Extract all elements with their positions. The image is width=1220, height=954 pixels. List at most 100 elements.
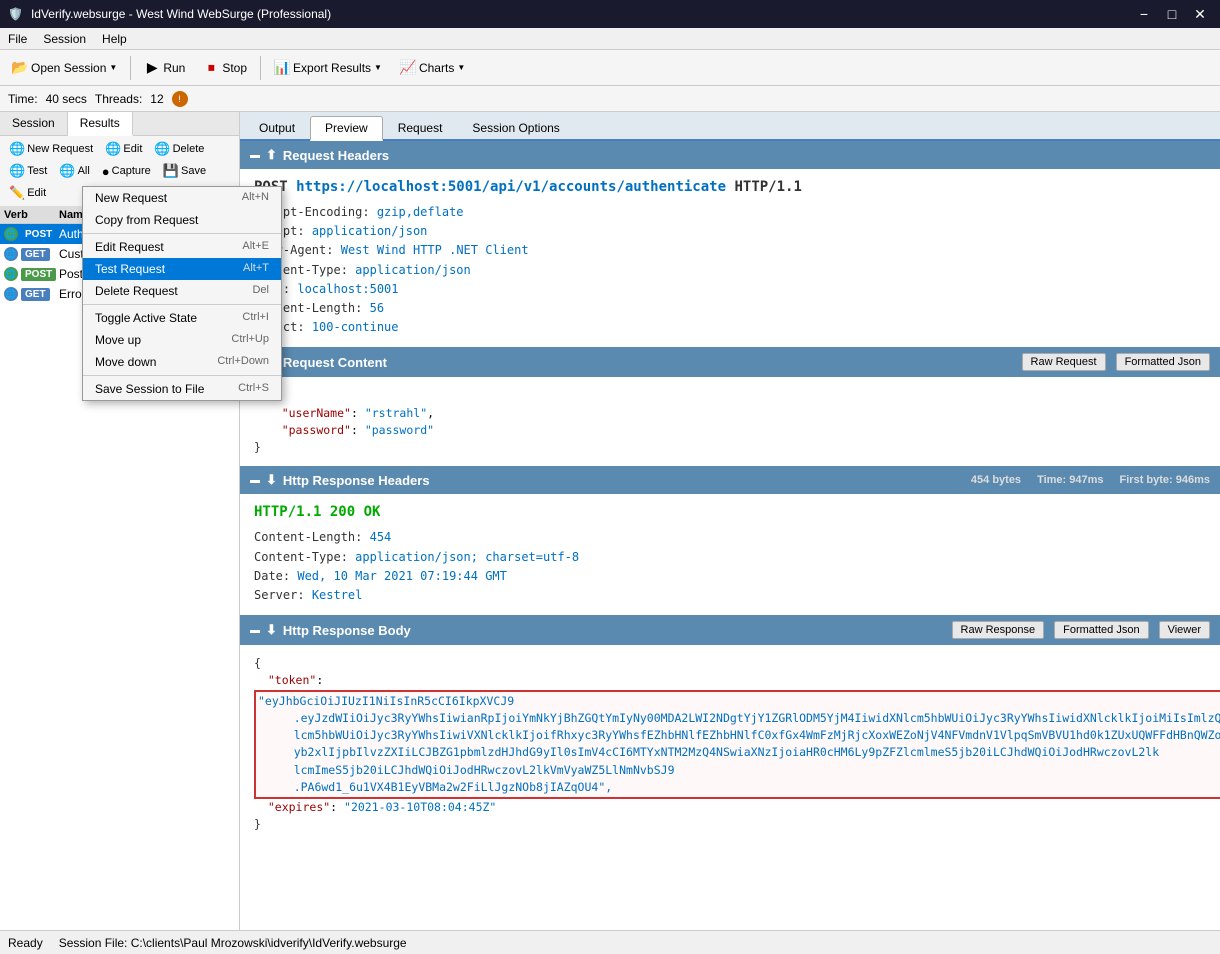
upload-icon-rh: ⬆ — [266, 147, 277, 163]
export-results-button[interactable]: 📊 Export Results ▼ — [266, 54, 390, 82]
cm-toggle-active[interactable]: Toggle Active State Ctrl+I — [83, 307, 281, 329]
main-toolbar: 📂 Open Session ▼ ▶ Run ⏹ Stop 📊 Export R… — [0, 50, 1220, 86]
minimize-button[interactable]: − — [1132, 4, 1156, 24]
response-headers-header[interactable]: ▬ ⬇ Http Response Headers 454 bytes Time… — [240, 466, 1220, 494]
time-stat: Time: 947ms — [1037, 474, 1103, 486]
status-icon: ! — [172, 91, 188, 107]
run-button[interactable]: ▶ Run — [136, 54, 193, 82]
charts-button[interactable]: 📈 Charts ▼ — [392, 54, 473, 82]
tab-results[interactable]: Results — [68, 112, 133, 136]
left-edit-icon: 🌐 — [105, 141, 121, 157]
cm-copy-from-request[interactable]: Copy from Request — [83, 209, 281, 231]
verb-badge-2: POST — [21, 268, 56, 281]
edit2-button[interactable]: ✏️ Edit — [4, 183, 51, 203]
collapse-icon-rh: ▬ — [250, 150, 260, 161]
tab-session-options[interactable]: Session Options — [457, 116, 574, 139]
run-icon: ▶ — [144, 60, 160, 76]
charts-icon: 📈 — [400, 60, 416, 76]
cm-save-session[interactable]: Save Session to File Ctrl+S — [83, 378, 281, 400]
tab-request[interactable]: Request — [383, 116, 458, 139]
verb-badge-1: GET — [21, 248, 50, 261]
row-icon-3: 🌐 — [4, 287, 18, 301]
capture-icon: ● — [102, 164, 110, 179]
response-json: { "token": "eyJhbGciOiJIUzI1NiIsInR5cCI6… — [254, 655, 1206, 834]
cm-delete-shortcut: Del — [252, 284, 269, 298]
cm-delete-request-label: Delete Request — [95, 284, 178, 298]
left-tab-strip: Session Results — [0, 112, 239, 136]
expires-value: "2021-03-10T08:04:45Z" — [344, 800, 496, 814]
cm-divider-3 — [83, 375, 281, 376]
new-request-button[interactable]: 🌐 New Request — [4, 139, 98, 159]
time-label: Time: — [8, 92, 38, 106]
first-byte-stat: First byte: 946ms — [1120, 474, 1210, 486]
window-title: IdVerify.websurge - West Wind WebSurge (… — [31, 7, 1132, 21]
delete-button[interactable]: 🌐 Delete — [149, 139, 209, 159]
stop-label: Stop — [222, 61, 247, 75]
menu-file[interactable]: File — [0, 28, 35, 49]
title-bar: 🛡️ IdVerify.websurge - West Wind WebSurg… — [0, 0, 1220, 28]
cm-new-request-shortcut: Alt+N — [242, 191, 269, 205]
header-content-type: Content-Type: application/json — [254, 261, 1206, 280]
raw-request-button[interactable]: Raw Request — [1022, 353, 1106, 371]
request-headers-header[interactable]: ▬ ⬆ Request Headers — [240, 141, 1220, 169]
request-json: { "userName": "rstrahl", "password": "pa… — [254, 387, 1206, 456]
cm-save-session-label: Save Session to File — [95, 382, 204, 396]
http-url: https://localhost:5001/api/v1/accounts/a… — [296, 179, 726, 195]
request-content-title: Request Content — [283, 355, 387, 370]
verb-badge-0: POST — [21, 228, 56, 241]
open-session-icon: 📂 — [12, 60, 28, 76]
left-edit-button[interactable]: 🌐 Edit — [100, 139, 147, 159]
all-button[interactable]: 🌐 All — [54, 161, 94, 181]
cm-test-request[interactable]: Test Request Alt+T — [83, 258, 281, 280]
cm-test-request-label: Test Request — [95, 262, 165, 276]
cm-move-up[interactable]: Move up Ctrl+Up — [83, 329, 281, 351]
cm-move-down[interactable]: Move down Ctrl+Down — [83, 351, 281, 373]
content-area: ▬ ⬆ Request Headers POST https://localho… — [240, 141, 1220, 930]
open-session-button[interactable]: 📂 Open Session ▼ — [4, 54, 125, 82]
run-label: Run — [163, 61, 185, 75]
save-button[interactable]: 💾 Save — [158, 161, 211, 181]
raw-response-button[interactable]: Raw Response — [952, 621, 1045, 639]
response-body-header[interactable]: ▬ ⬇ Http Response Body Raw Response Form… — [240, 615, 1220, 645]
response-status: HTTP/1.1 200 OK — [254, 504, 1206, 520]
cm-edit-request[interactable]: Edit Request Alt+E — [83, 236, 281, 258]
test-button[interactable]: 🌐 Test — [4, 161, 52, 181]
row-icon-2: 🌐 — [4, 267, 18, 281]
cm-divider-2 — [83, 304, 281, 305]
http-version: HTTP/1.1 — [734, 179, 801, 195]
formatted-json-request-button[interactable]: Formatted Json — [1116, 353, 1210, 371]
header-content-length: Content-Length: 56 — [254, 299, 1206, 318]
cm-move-up-shortcut: Ctrl+Up — [231, 333, 269, 347]
menu-session[interactable]: Session — [35, 28, 94, 49]
download-icon-rsh: ⬇ — [266, 472, 277, 488]
maximize-button[interactable]: □ — [1160, 4, 1184, 24]
cm-save-session-shortcut: Ctrl+S — [238, 382, 269, 396]
resp-header-content-type: Content-Type: application/json; charset=… — [254, 548, 1206, 567]
stats-bar: 454 bytes Time: 947ms First byte: 946ms — [971, 474, 1210, 486]
close-button[interactable]: ✕ — [1188, 4, 1212, 24]
stop-icon: ⏹ — [203, 60, 219, 76]
tab-preview[interactable]: Preview — [310, 116, 383, 141]
cm-delete-request[interactable]: Delete Request Del — [83, 280, 281, 302]
delete-icon: 🌐 — [154, 141, 170, 157]
open-session-label: Open Session — [31, 61, 106, 75]
charts-label: Charts — [419, 61, 454, 75]
tab-output[interactable]: Output — [244, 116, 310, 139]
tab-session[interactable]: Session — [0, 112, 68, 135]
save-icon: 💾 — [163, 163, 179, 179]
viewer-button[interactable]: Viewer — [1159, 621, 1210, 639]
cm-new-request[interactable]: New Request Alt+N — [83, 187, 281, 209]
token-highlight-box: "eyJhbGciOiJIUzI1NiIsInR5cCI6IkpXVCJ9 .e… — [254, 690, 1220, 800]
resp-header-server: Server: Kestrel — [254, 586, 1206, 605]
capture-button[interactable]: ● Capture — [97, 162, 156, 181]
cm-move-up-label: Move up — [95, 333, 141, 347]
formatted-json-response-button[interactable]: Formatted Json — [1054, 621, 1148, 639]
export-dropdown-icon: ▼ — [374, 63, 382, 72]
request-content-section: ▬ ⬆ Request Content Raw Request Formatte… — [240, 347, 1220, 466]
response-body-section: ▬ ⬇ Http Response Body Raw Response Form… — [240, 615, 1220, 844]
status-bar: Ready Session File: C:\clients\Paul Mroz… — [0, 930, 1220, 954]
request-content-header[interactable]: ▬ ⬆ Request Content Raw Request Formatte… — [240, 347, 1220, 377]
cm-move-down-shortcut: Ctrl+Down — [217, 355, 269, 369]
stop-button[interactable]: ⏹ Stop — [195, 54, 255, 82]
menu-help[interactable]: Help — [94, 28, 135, 49]
